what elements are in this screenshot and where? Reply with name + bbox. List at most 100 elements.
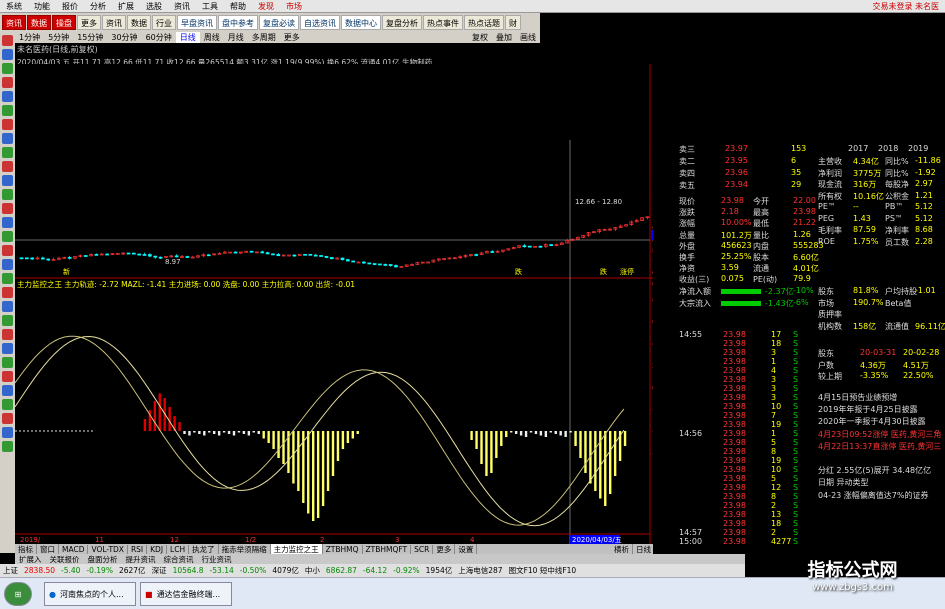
period-0[interactable]: 1分钟: [15, 32, 44, 43]
toolbar-item-13[interactable]: 热点事件: [423, 14, 463, 30]
sub-tab-0[interactable]: 扩展入: [15, 554, 46, 564]
toolbar-item-12[interactable]: 复盘分析: [382, 14, 422, 30]
indicator-tab-12[interactable]: SCR: [411, 544, 434, 554]
menu-item-2[interactable]: 报价: [56, 1, 84, 12]
period-5[interactable]: 日线: [175, 31, 200, 43]
tick-price: 23.98: [723, 474, 746, 483]
side-tool-icon[interactable]: [2, 119, 13, 130]
period-3[interactable]: 30分钟: [107, 32, 141, 43]
side-tool-icon[interactable]: [2, 161, 13, 172]
menu-right[interactable]: 交易未登录 未名医: [866, 1, 945, 12]
side-tool-icon[interactable]: [2, 91, 13, 102]
side-tool-icon[interactable]: [2, 49, 13, 60]
toolbar-item-4[interactable]: 资讯: [102, 14, 126, 30]
sub-tab-3[interactable]: 提升资讯: [122, 554, 160, 564]
side-tool-icon[interactable]: [2, 385, 13, 396]
side-tool-icon[interactable]: [2, 357, 13, 368]
side-tool-icon[interactable]: [2, 35, 13, 46]
menu-item-5[interactable]: 选股: [140, 1, 168, 12]
side-tool-icon[interactable]: [2, 203, 13, 214]
period-right-1[interactable]: 叠加: [492, 32, 516, 43]
side-tool-icon[interactable]: [2, 133, 13, 144]
indicator-tab-4[interactable]: RSI: [128, 544, 148, 554]
indicator-tab-2[interactable]: MACD: [59, 544, 89, 554]
sub-tab-5[interactable]: 行业资讯: [198, 554, 236, 564]
side-tool-icon[interactable]: [2, 301, 13, 312]
toolbar-item-7[interactable]: 早盘资讯: [177, 14, 217, 30]
side-tool-icon[interactable]: [2, 77, 13, 88]
menu-item-3[interactable]: 分析: [84, 1, 112, 12]
side-tool-icon[interactable]: [2, 343, 13, 354]
indicator-tab-1[interactable]: 窗口: [37, 543, 59, 555]
indicator-tab-0[interactable]: 指标: [15, 543, 37, 555]
indicator-tab-14[interactable]: 设置: [455, 543, 478, 555]
side-tool-icon[interactable]: [2, 427, 13, 438]
toolbar-item-8[interactable]: 盘中参考: [218, 14, 258, 30]
side-tool-icon[interactable]: [2, 287, 13, 298]
period-1[interactable]: 5分钟: [44, 32, 73, 43]
period-2[interactable]: 15分钟: [73, 32, 107, 43]
toolbar-item-15[interactable]: 财: [505, 14, 521, 30]
menu-special-1[interactable]: 市场: [280, 1, 308, 12]
toolbar-item-6[interactable]: 行业: [152, 14, 176, 30]
chart-area[interactable]: 14.8014.0813.3812.6611.9211.1510.439.708…: [15, 64, 655, 544]
toolbar-item-3[interactable]: 更多: [77, 14, 101, 30]
menu-item-6[interactable]: 资讯: [168, 1, 196, 12]
side-tool-icon[interactable]: [2, 63, 13, 74]
toolbar-item-2[interactable]: 操盘: [52, 14, 76, 30]
side-tool-icon[interactable]: [2, 441, 13, 452]
side-tool-icon[interactable]: [2, 175, 13, 186]
side-tool-icon[interactable]: [2, 399, 13, 410]
indicator-tab-11[interactable]: ZTBHMQFT: [363, 544, 412, 554]
side-tool-icon[interactable]: [2, 189, 13, 200]
menu-special-0[interactable]: 发现: [252, 1, 280, 12]
side-tool-icon[interactable]: [2, 413, 13, 424]
indicator-tab-7[interactable]: 执龙了: [189, 543, 219, 555]
menu-item-8[interactable]: 帮助: [224, 1, 252, 12]
period-6[interactable]: 周线: [200, 32, 224, 43]
side-tool-icon[interactable]: [2, 315, 13, 326]
toolbar-item-5[interactable]: 数据: [127, 14, 151, 30]
period-right-2[interactable]: 画线: [516, 32, 540, 43]
sub-tab-2[interactable]: 盘面分析: [84, 554, 122, 564]
toolbar-item-11[interactable]: 数据中心: [341, 14, 381, 30]
side-tool-icon[interactable]: [2, 371, 13, 382]
side-tool-icon[interactable]: [2, 329, 13, 340]
period-7[interactable]: 月线: [224, 32, 248, 43]
side-tool-icon[interactable]: [2, 231, 13, 242]
period-right-0[interactable]: 复权: [468, 32, 492, 43]
menu-item-0[interactable]: 系统: [0, 1, 28, 12]
menu-item-1[interactable]: 功能: [28, 1, 56, 12]
side-tool-icon[interactable]: [2, 105, 13, 116]
start-button[interactable]: ⊞: [4, 582, 32, 606]
indicator-tab-6[interactable]: LCH: [167, 544, 190, 554]
taskbar-item-0[interactable]: ● 河南焦点的个人...: [44, 582, 136, 606]
side-tool-icon[interactable]: [2, 217, 13, 228]
sub-tab-1[interactable]: 关联报价: [46, 554, 84, 564]
menu-item-7[interactable]: 工具: [196, 1, 224, 12]
indicator-tab-10[interactable]: ZTBHMQ: [323, 544, 363, 554]
period-4[interactable]: 60分钟: [142, 32, 176, 43]
toolbar-item-1[interactable]: 数据: [27, 14, 51, 30]
side-tool-icon[interactable]: [2, 259, 13, 270]
side-tool-icon[interactable]: [2, 147, 13, 158]
indicator-bar: [341, 431, 345, 449]
indicator-tab-3[interactable]: VOL-TDX: [88, 544, 128, 554]
menu-item-4[interactable]: 扩展: [112, 1, 140, 12]
taskbar-item-1[interactable]: ■ 通达信金融终端...: [140, 582, 232, 606]
toolbar-item-10[interactable]: 自选资讯: [300, 14, 340, 30]
toolbar-item-9[interactable]: 复盘必读: [259, 14, 299, 30]
period-8[interactable]: 多周期: [248, 32, 280, 43]
toolbar-item-0[interactable]: 资讯: [2, 14, 26, 30]
indicator-tab-5[interactable]: KDJ: [147, 544, 168, 554]
indicator-tab-8[interactable]: 拖赤举须隔缩: [219, 543, 271, 555]
bottom-right-1[interactable]: 日线: [633, 543, 655, 555]
side-tool-icon[interactable]: [2, 273, 13, 284]
toolbar-item-14[interactable]: 热点话题: [464, 14, 504, 30]
indicator-tab-13[interactable]: 更多: [433, 543, 456, 555]
period-9[interactable]: 更多: [280, 32, 304, 43]
indicator-tab-9[interactable]: 主力监控之王: [270, 543, 323, 555]
sub-tab-4[interactable]: 综合资讯: [160, 554, 198, 564]
bottom-right-0[interactable]: 横析: [611, 543, 633, 555]
side-tool-icon[interactable]: [2, 245, 13, 256]
